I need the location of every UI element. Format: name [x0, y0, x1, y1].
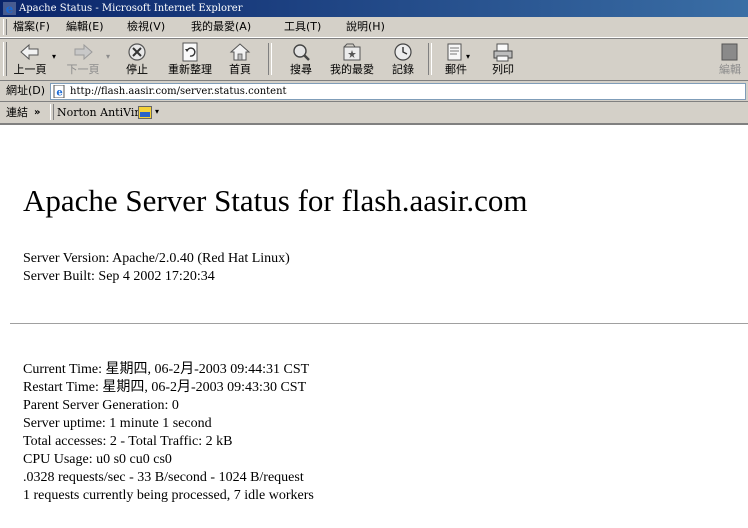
menubar-grip[interactable] — [3, 19, 7, 35]
mail-icon — [447, 43, 462, 61]
menu-view[interactable]: 檢視(V) — [127, 20, 165, 34]
address-input[interactable]: e http://flash.aasir.com/server.status.c… — [50, 83, 746, 100]
refresh-icon — [182, 42, 198, 62]
stop-icon — [128, 43, 146, 61]
back-arrow-icon — [20, 43, 39, 61]
refresh-button[interactable]: 重新整理 — [160, 39, 220, 80]
window-title: Apache Status - Microsoft Internet Explo… — [19, 3, 243, 14]
search-icon — [293, 44, 310, 61]
home-button[interactable]: 首頁 — [222, 39, 258, 80]
restart-time: Restart Time: 星期四, 06-2月-2003 09:43:30 C… — [23, 380, 307, 395]
mail-dropdown-icon[interactable]: ▾ — [466, 52, 470, 61]
address-bar: 網址(D) e http://flash.aasir.com/server.st… — [0, 80, 748, 102]
page-icon: e — [53, 85, 65, 99]
toolbar-separator — [268, 43, 272, 75]
svg-text:e: e — [56, 88, 62, 99]
browser-window: e Apache Status - Microsoft Internet Exp… — [0, 0, 748, 528]
parent-generation: Parent Server Generation: 0 — [23, 398, 179, 413]
server-version: Server Version: Apache/2.0.40 (Red Hat L… — [23, 251, 290, 266]
svg-text:e: e — [6, 2, 14, 15]
back-button[interactable]: 上一頁 — [9, 39, 51, 80]
history-icon — [394, 43, 412, 61]
history-button[interactable]: 記錄 — [384, 39, 422, 80]
divider — [10, 323, 748, 325]
address-url: http://flash.aasir.com/server.status.con… — [70, 86, 287, 97]
page-title: Apache Server Status for flash.aasir.com — [23, 183, 528, 218]
stop-button[interactable]: 停止 — [118, 39, 156, 80]
back-dropdown-icon[interactable]: ▾ — [52, 52, 56, 61]
links-label: 連結 — [6, 106, 28, 119]
norton-antivirus-icon[interactable] — [138, 106, 152, 119]
links-grip[interactable] — [50, 104, 54, 120]
cpu-usage: CPU Usage: u0 s0 cu0 cs0 — [23, 452, 172, 467]
print-icon — [493, 43, 513, 62]
favorites-icon — [343, 43, 361, 61]
current-time: Current Time: 星期四, 06-2月-2003 09:44:31 C… — [23, 362, 310, 377]
menu-favorites[interactable]: 我的最愛(A) — [191, 20, 251, 34]
print-button[interactable]: 列印 — [485, 39, 521, 80]
menu-file[interactable]: 檔案(F) — [13, 20, 50, 34]
ie-logo-icon: e — [3, 2, 16, 15]
forward-dropdown-icon[interactable]: ▾ — [106, 52, 110, 61]
menu-bar: 檔案(F) 編輯(E) 檢視(V) 我的最愛(A) 工具(T) 說明(H) — [0, 17, 748, 38]
server-built: Server Built: Sep 4 2002 17:20:34 — [23, 269, 215, 284]
edit-button[interactable]: 編輯 — [712, 39, 748, 80]
menu-tools[interactable]: 工具(T) — [284, 20, 321, 34]
links-bar: 連結 » Norton AntiVirus ▾ — [0, 101, 748, 124]
toolbar-grip[interactable] — [3, 42, 7, 76]
search-button[interactable]: 搜尋 — [283, 39, 319, 80]
favorites-button[interactable]: 我的最愛 — [322, 39, 382, 80]
total-accesses: Total accesses: 2 - Total Traffic: 2 kB — [23, 434, 233, 449]
forward-arrow-icon — [74, 43, 93, 61]
server-uptime: Server uptime: 1 minute 1 second — [23, 416, 212, 431]
page-content: Apache Server Status for flash.aasir.com… — [0, 123, 748, 528]
norton-dropdown-icon[interactable]: ▾ — [155, 107, 159, 116]
standard-toolbar: 上一頁 ▾ 下一頁 ▾ 停止 重新整理 首頁 搜尋 我的最愛 記錄 郵件 ▾ 列… — [0, 38, 748, 81]
forward-button[interactable]: 下一頁 — [62, 39, 104, 80]
menu-edit[interactable]: 編輯(E) — [66, 20, 104, 34]
edit-icon — [721, 43, 738, 61]
request-rates: .0328 requests/sec - 33 B/second - 1024 … — [23, 470, 304, 485]
home-icon — [229, 43, 251, 61]
menu-help[interactable]: 說明(H) — [346, 20, 385, 34]
address-label: 網址(D) — [6, 84, 46, 97]
worker-status: 1 requests currently being processed, 7 … — [23, 488, 314, 503]
toolbar-separator — [428, 43, 432, 75]
links-chevron-icon[interactable]: » — [34, 106, 40, 120]
title-bar[interactable]: e Apache Status - Microsoft Internet Exp… — [0, 0, 748, 17]
